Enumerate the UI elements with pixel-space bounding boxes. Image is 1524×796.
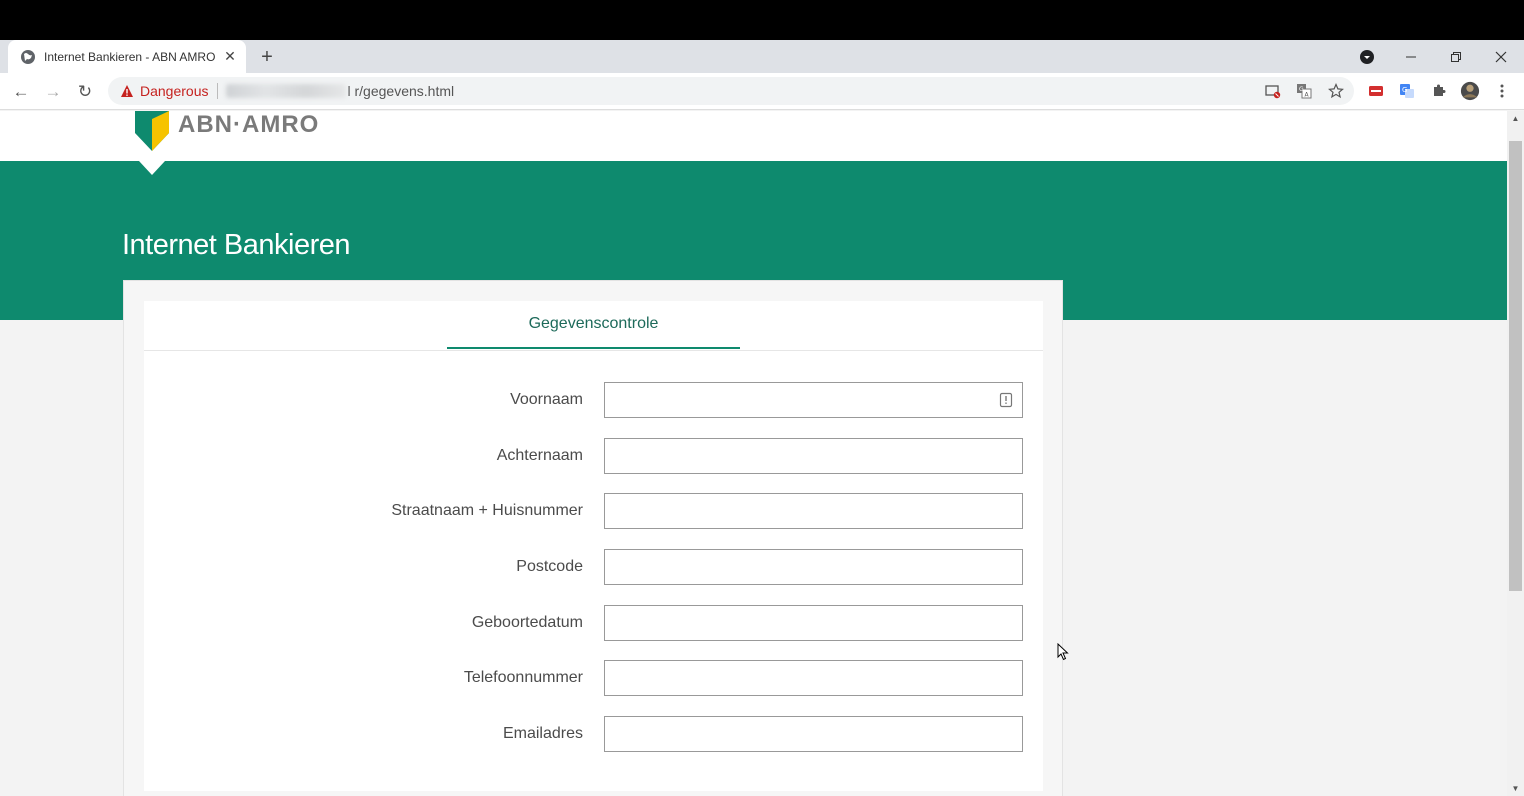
- form-row-geboortedatum: Geboortedatum: [144, 605, 1043, 641]
- cast-button[interactable]: [1263, 81, 1283, 101]
- banner-notch: [139, 161, 165, 175]
- restore-button[interactable]: [1443, 40, 1469, 73]
- emailadres-input[interactable]: [604, 716, 1023, 752]
- voornaam-label: Voornaam: [510, 391, 583, 408]
- puzzle-icon: [1434, 84, 1446, 96]
- window-close-button[interactable]: [1488, 40, 1514, 73]
- achternaam-input[interactable]: [604, 438, 1023, 474]
- browser-tab-strip: Internet Bankieren - ABN AMRO ✕ +: [0, 40, 1524, 73]
- google-translate-icon: G: [1400, 84, 1414, 98]
- telefoonnummer-label: Telefoonnummer: [463, 669, 583, 686]
- extension-translate-button[interactable]: G: [1397, 81, 1417, 101]
- site-logo-text[interactable]: ABN·AMRO: [178, 111, 319, 139]
- abn-amro-shield-icon[interactable]: [135, 111, 169, 151]
- kebab-menu-icon: [1500, 84, 1504, 98]
- form-row-telefoonnummer: Telefoonnummer: [144, 660, 1043, 696]
- avatar: [1460, 81, 1480, 101]
- form-card: Gegevenscontrole Voornaam Achternaam Str…: [144, 301, 1043, 791]
- blurred-domain: [225, 84, 346, 98]
- autofill-contact-icon[interactable]: [999, 392, 1013, 408]
- translate-icon: G A: [1297, 84, 1312, 99]
- telefoonnummer-input[interactable]: [604, 660, 1023, 696]
- form-row-postcode: Postcode: [144, 549, 1043, 585]
- restore-icon: [1451, 51, 1461, 62]
- minimize-button[interactable]: [1398, 40, 1424, 73]
- form-row-straatnaam: Straatnaam + Huisnummer: [144, 493, 1043, 529]
- web-page: ABN·AMRO Internet Bankieren Gegevenscont…: [0, 111, 1507, 796]
- tab-search-icon: [1360, 49, 1374, 64]
- svg-text:G: G: [1299, 86, 1304, 93]
- geboortedatum-label: Geboortedatum: [471, 614, 583, 631]
- profile-button[interactable]: [1460, 81, 1480, 101]
- scroll-up-icon[interactable]: ▲: [1511, 114, 1520, 123]
- scrollbar-thumb[interactable]: [1509, 141, 1522, 591]
- tab-gegevenscontrole[interactable]: Gegevenscontrole: [447, 301, 740, 349]
- red-extension-icon: [1369, 86, 1383, 96]
- form-card-container: Gegevenscontrole Voornaam Achternaam Str…: [123, 280, 1063, 796]
- page-title: Internet Bankieren: [122, 229, 350, 261]
- warning-triangle-icon: [121, 85, 133, 97]
- extensions-button[interactable]: [1429, 81, 1449, 101]
- url-text: l r/gegevens.html: [347, 83, 455, 99]
- back-button[interactable]: ←: [10, 81, 32, 103]
- extension-red-button[interactable]: [1366, 81, 1386, 101]
- browser-toolbar: ← → ↻ Dangerous l r/gegevens.html G A G: [0, 73, 1524, 110]
- form-row-voornaam: Voornaam: [144, 382, 1043, 418]
- form-tab-bar: Gegevenscontrole: [144, 301, 1043, 351]
- straatnaam-input[interactable]: [604, 493, 1023, 529]
- voornaam-input[interactable]: [604, 382, 1023, 418]
- tab-search-button[interactable]: [1356, 40, 1378, 73]
- geboortedatum-input[interactable]: [604, 605, 1023, 641]
- mouse-cursor-icon: [1057, 643, 1069, 661]
- form-row-achternaam: Achternaam: [144, 438, 1043, 474]
- tab-title: Internet Bankieren - ABN AMRO: [44, 49, 216, 64]
- reload-button[interactable]: ↻: [74, 81, 96, 103]
- emailadres-label: Emailadres: [502, 725, 583, 742]
- globe-icon: [21, 49, 35, 64]
- minimize-icon: [1406, 56, 1416, 57]
- security-status-label[interactable]: Dangerous: [140, 83, 209, 99]
- postcode-label: Postcode: [516, 558, 583, 575]
- tab-close-icon[interactable]: ✕: [220, 47, 240, 67]
- straatnaam-label: Straatnaam + Huisnummer: [391, 502, 583, 519]
- achternaam-label: Achternaam: [496, 447, 583, 464]
- browser-menu-button[interactable]: [1492, 81, 1512, 101]
- address-bar[interactable]: Dangerous l r/gegevens.html: [108, 77, 1354, 105]
- address-separator: [216, 83, 218, 99]
- translate-button[interactable]: G A: [1294, 81, 1314, 101]
- new-tab-button[interactable]: +: [256, 46, 278, 68]
- browser-tab-active[interactable]: Internet Bankieren - ABN AMRO ✕: [8, 40, 246, 73]
- cast-blocked-icon: [1265, 85, 1281, 99]
- scroll-down-icon[interactable]: ▼: [1511, 784, 1520, 793]
- form-row-emailadres: Emailadres: [144, 716, 1043, 752]
- desktop-top-bar: [0, 0, 1524, 40]
- close-icon: [1495, 51, 1507, 62]
- forward-button[interactable]: →: [42, 81, 64, 103]
- star-icon: [1328, 83, 1344, 99]
- bookmark-star-button[interactable]: [1326, 81, 1346, 101]
- page-scrollbar[interactable]: ▲ ▼: [1507, 111, 1524, 796]
- svg-text:G: G: [1402, 86, 1407, 94]
- postcode-input[interactable]: [604, 549, 1023, 585]
- site-header: ABN·AMRO: [0, 111, 1507, 161]
